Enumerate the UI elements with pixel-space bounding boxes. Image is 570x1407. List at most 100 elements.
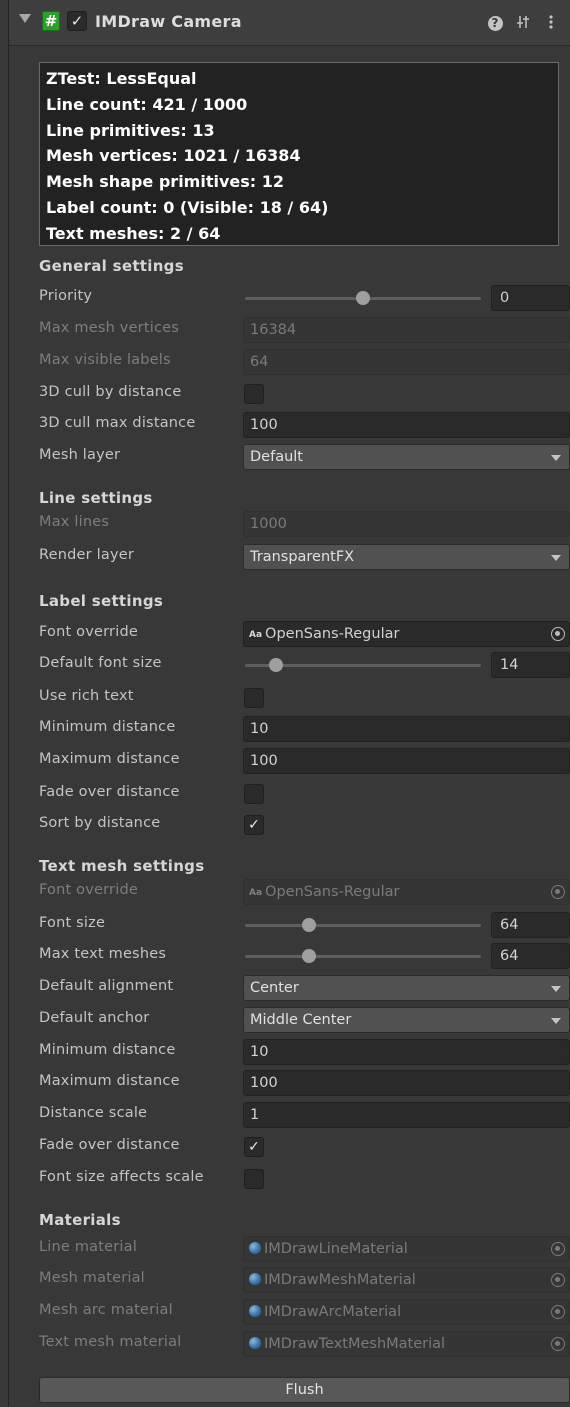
max-visible-labels-field: 64 [243, 349, 570, 375]
label-max-distance-row: Maximum distance 100 [39, 747, 570, 775]
help-icon[interactable]: ? [485, 12, 505, 32]
material-sphere-icon [249, 1305, 261, 1317]
mesh-material-label: Mesh material [39, 1270, 145, 1286]
label-fade-over-distance-label: Fade over distance [39, 784, 180, 800]
component-header[interactable]: # ✓ IMDraw Camera ? [9, 0, 570, 46]
info-ztest: ZTest: LessEqual [46, 69, 197, 88]
text-mesh-font-override-row: Font override Aa OpenSans-Regular [39, 878, 570, 906]
use-rich-text-label: Use rich text [39, 688, 134, 704]
distance-scale-row: Distance scale 1 [39, 1101, 570, 1129]
mesh-arc-material-row: Mesh arc material IMDrawArcMaterial [39, 1298, 570, 1326]
render-layer-label: Render layer [39, 547, 135, 563]
mesh-layer-row: Mesh layer Default [39, 443, 570, 471]
max-lines-row: Max lines 1000 [39, 510, 570, 538]
font-size-affects-scale-checkbox[interactable] [244, 1169, 264, 1189]
object-picker-icon [551, 1242, 565, 1256]
distance-scale-label: Distance scale [39, 1105, 148, 1121]
use-rich-text-checkbox[interactable] [244, 688, 264, 708]
use-rich-text-row: Use rich text [39, 684, 570, 712]
text-mesh-fade-over-distance-checkbox[interactable]: ✓ [244, 1137, 264, 1157]
default-anchor-row: Default anchor Middle Center [39, 1006, 570, 1034]
font-size-slider-track[interactable] [245, 924, 481, 927]
max-lines-label: Max lines [39, 514, 110, 530]
max-text-meshes-value-field[interactable]: 64 [491, 943, 570, 969]
stats-info-box: ZTest: LessEqual Line count: 421 / 1000 … [39, 62, 559, 246]
text-mesh-font-override-label: Font override [39, 882, 138, 898]
render-layer-dropdown[interactable]: TransparentFX [243, 544, 570, 570]
text-mesh-min-distance-field[interactable]: 10 [243, 1039, 570, 1065]
label-fade-over-distance-checkbox[interactable] [244, 784, 264, 804]
font-size-slider-thumb[interactable] [301, 918, 316, 932]
text-mesh-min-distance-row: Minimum distance 10 [39, 1038, 570, 1066]
distance-scale-field[interactable]: 1 [243, 1102, 570, 1128]
max-text-meshes-slider-track[interactable] [245, 955, 481, 958]
material-sphere-icon [249, 1242, 261, 1254]
cull-max-distance-label: 3D cull max distance [39, 415, 196, 431]
label-font-override-row: Font override Aa OpenSans-Regular [39, 620, 570, 648]
mesh-material-value: IMDrawMeshMaterial [264, 1272, 416, 1288]
default-font-size-value-field[interactable]: 14 [491, 652, 570, 678]
text-mesh-settings-heading: Text mesh settings [39, 857, 205, 875]
line-material-value: IMDrawLineMaterial [264, 1241, 408, 1257]
text-mesh-min-distance-label: Minimum distance [39, 1042, 176, 1058]
priority-label: Priority [39, 288, 93, 304]
object-picker-icon [551, 1305, 565, 1319]
flush-button[interactable]: Flush [39, 1377, 570, 1403]
foldout-arrow-icon[interactable] [19, 14, 31, 23]
dropdown-arrow-icon [551, 1018, 561, 1024]
label-font-override-value: OpenSans-Regular [265, 626, 400, 642]
max-mesh-vertices-field: 16384 [243, 317, 570, 343]
text-mesh-material-label: Text mesh material [39, 1334, 182, 1350]
default-font-size-label: Default font size [39, 655, 162, 671]
sort-by-distance-checkbox[interactable]: ✓ [244, 815, 264, 835]
sort-by-distance-row: Sort by distance ✓ [39, 811, 570, 839]
label-fade-over-distance-row: Fade over distance [39, 780, 570, 808]
script-icon: # [42, 11, 60, 31]
max-mesh-vertices-row: Max mesh vertices 16384 [39, 316, 570, 344]
preset-sliders-icon[interactable] [513, 12, 533, 32]
default-anchor-label: Default anchor [39, 1010, 150, 1026]
text-mesh-material-row: Text mesh material IMDrawTextMeshMateria… [39, 1330, 570, 1358]
cull-by-distance-checkbox[interactable] [244, 384, 264, 404]
default-anchor-dropdown[interactable]: Middle Center [243, 1007, 570, 1033]
default-alignment-dropdown[interactable]: Center [243, 975, 570, 1001]
line-settings-heading: Line settings [39, 489, 153, 507]
cull-max-distance-field[interactable]: 100 [243, 412, 570, 438]
mesh-layer-label: Mesh layer [39, 447, 121, 463]
default-alignment-value: Center [250, 980, 299, 996]
label-settings-heading: Label settings [39, 592, 164, 610]
label-font-override-label: Font override [39, 624, 138, 640]
object-picker-icon[interactable] [551, 627, 565, 641]
text-mesh-font-override-value: OpenSans-Regular [265, 884, 400, 900]
priority-value-field[interactable]: 0 [491, 285, 570, 311]
font-size-value-field[interactable]: 64 [491, 912, 570, 938]
label-min-distance-row: Minimum distance 10 [39, 715, 570, 743]
text-mesh-material-value: IMDrawTextMeshMaterial [264, 1336, 446, 1352]
label-min-distance-field[interactable]: 10 [243, 716, 570, 742]
info-line-count: Line count: 421 / 1000 [46, 94, 248, 114]
max-text-meshes-slider-thumb[interactable] [301, 949, 316, 963]
info-label-count: Label count: 0 (Visible: 18 / 64) [46, 197, 329, 217]
default-font-size-slider-thumb[interactable] [268, 658, 283, 672]
component-title: IMDraw Camera [95, 12, 242, 31]
text-mesh-fade-over-distance-row: Fade over distance ✓ [39, 1133, 570, 1161]
general-settings-heading: General settings [39, 257, 184, 275]
mesh-material-field: IMDrawMeshMaterial [243, 1267, 570, 1293]
mesh-material-row: Mesh material IMDrawMeshMaterial [39, 1266, 570, 1294]
mesh-arc-material-value: IMDrawArcMaterial [264, 1304, 402, 1320]
inspector-panel: # ✓ IMDraw Camera ? ZTest: LessEqual Lin… [8, 0, 570, 1407]
line-material-label: Line material [39, 1239, 137, 1255]
mesh-layer-dropdown[interactable]: Default [243, 444, 570, 470]
label-font-override-field[interactable]: Aa OpenSans-Regular [243, 621, 570, 647]
font-size-affects-scale-label: Font size affects scale [39, 1169, 204, 1185]
priority-slider-thumb[interactable] [356, 291, 370, 305]
label-max-distance-field[interactable]: 100 [243, 748, 570, 774]
info-line-primitives: Line primitives: 13 [46, 120, 215, 140]
label-min-distance-label: Minimum distance [39, 719, 176, 735]
component-enabled-checkbox[interactable]: ✓ [67, 11, 87, 31]
text-mesh-max-distance-field[interactable]: 100 [243, 1070, 570, 1096]
font-asset-icon: Aa [249, 888, 263, 898]
info-mesh-vertices: Mesh vertices: 1021 / 16384 [46, 146, 301, 166]
dropdown-arrow-icon [551, 986, 561, 992]
kebab-menu-icon[interactable] [541, 12, 561, 32]
